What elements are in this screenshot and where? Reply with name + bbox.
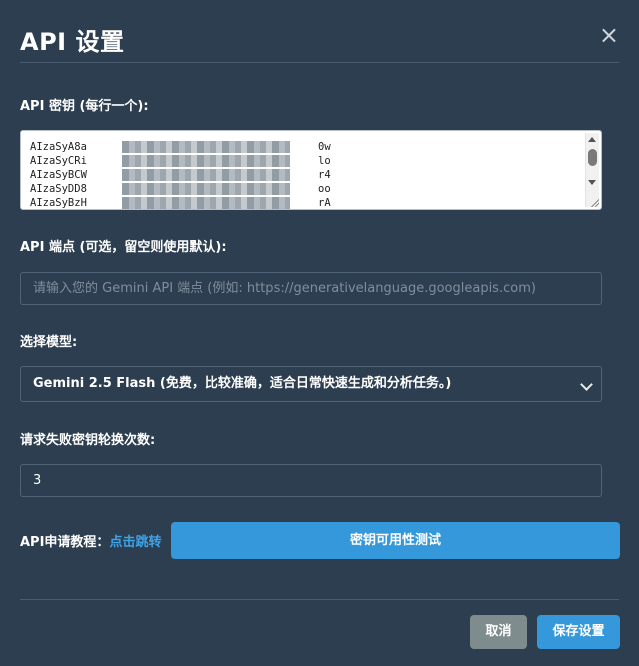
api-key-suffix: lo: [318, 155, 331, 167]
dialog-title: API 设置: [20, 28, 125, 56]
api-key-suffix: 0w: [318, 141, 331, 153]
api-keys-label: API 密钥 (每行一个):: [20, 99, 149, 114]
close-icon[interactable]: ×: [599, 22, 619, 48]
scroll-thumb[interactable]: [588, 149, 597, 166]
api-key-line: AIzaSyBzH rA: [21, 196, 601, 209]
chevron-down-icon: [580, 378, 593, 391]
api-key-prefix: AIzaSyCRi: [30, 155, 87, 167]
api-key-line: AIzaSyDD8 oo: [21, 182, 601, 196]
model-selected-value: Gemini 2.5 Flash (免费，比较准确，适合日常快速生成和分析任务。…: [33, 376, 452, 391]
redacted-key-segment: [122, 183, 290, 195]
retry-input[interactable]: 3: [20, 464, 602, 497]
api-keys-textarea[interactable]: AIzaSyA8a 0w AIzaSyCRi lo AIzaSyBCW r4 AIzaSyD…: [20, 130, 602, 210]
dialog-header: API 设置 ×: [20, 0, 619, 63]
model-label: 选择模型:: [20, 335, 78, 350]
cancel-button[interactable]: 取消: [470, 615, 527, 649]
api-key-line: AIzaSyCRi lo: [21, 154, 601, 168]
tutorial-link[interactable]: 点击跳转: [109, 535, 161, 550]
redacted-key-segment: [122, 141, 290, 153]
textarea-scrollbar[interactable]: [585, 133, 599, 207]
footer-divider: [20, 599, 619, 600]
tutorial-label: API申请教程：: [20, 535, 110, 550]
api-key-prefix: AIzaSyDD8: [30, 183, 87, 195]
resize-grip-icon[interactable]: [590, 198, 599, 207]
retry-label: 请求失败密钥轮换次数:: [20, 433, 156, 448]
api-key-suffix: rA: [318, 197, 331, 209]
api-settings-dialog: API 设置 × API 密钥 (每行一个): AIzaSyA8a 0w AIzaS…: [0, 0, 639, 666]
tutorial-row: API申请教程：点击跳转: [20, 531, 161, 550]
api-keys-lines: AIzaSyA8a 0w AIzaSyCRi lo AIzaSyBCW r4 AIzaSyD…: [21, 131, 601, 209]
redacted-key-segment: [122, 197, 290, 209]
scroll-down-icon[interactable]: [588, 180, 596, 185]
save-button[interactable]: 保存设置: [537, 615, 620, 649]
api-key-prefix: AIzaSyBCW: [30, 169, 87, 181]
endpoint-input[interactable]: 请输入您的 Gemini API 端点 (例如: https://generat…: [20, 272, 602, 305]
api-key-prefix: AIzaSyA8a: [30, 141, 87, 153]
endpoint-label: API 端点 (可选，留空则使用默认):: [20, 240, 227, 255]
test-keys-button[interactable]: 密钥可用性测试: [171, 522, 620, 559]
redacted-key-segment: [122, 169, 290, 181]
api-key-suffix: oo: [318, 183, 331, 195]
api-key-prefix: AIzaSyBzH: [30, 197, 87, 209]
api-key-line: AIzaSyBCW r4: [21, 168, 601, 182]
model-select[interactable]: Gemini 2.5 Flash (免费，比较准确，适合日常快速生成和分析任务。…: [20, 366, 602, 402]
redacted-key-segment: [122, 155, 290, 167]
api-key-suffix: r4: [318, 169, 331, 181]
scroll-up-icon[interactable]: [588, 137, 596, 142]
api-key-line: AIzaSyA8a 0w: [21, 140, 601, 154]
